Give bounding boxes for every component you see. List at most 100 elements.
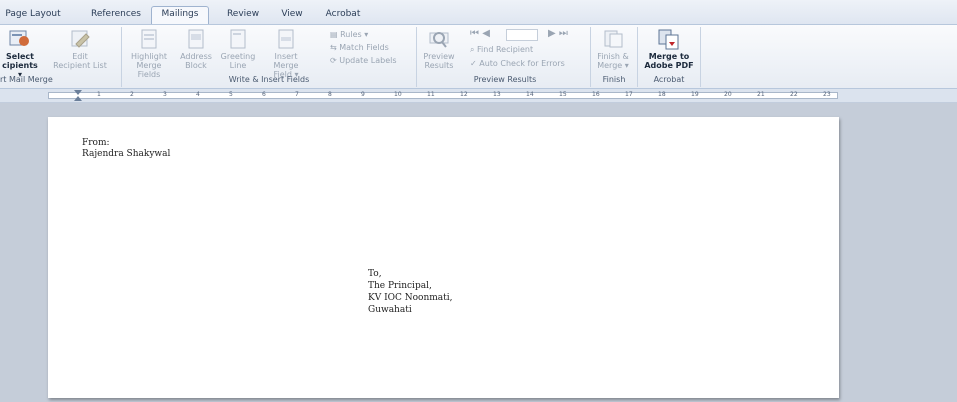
- tab-mailings[interactable]: Mailings: [151, 6, 209, 24]
- group-separator: [700, 27, 701, 87]
- first-record-icon[interactable]: ⏮: [470, 28, 479, 39]
- match-fields-button[interactable]: ⇆ Match Fields: [330, 42, 389, 53]
- match-fields-label: Match Fields: [339, 43, 389, 52]
- ruler-number: 17: [625, 91, 633, 98]
- edit-recipient-line1: Edit: [72, 52, 88, 61]
- ruler-number: 3: [163, 91, 167, 98]
- from-name: Rajendra Shakywal: [82, 149, 171, 159]
- ruler-number: 23: [823, 91, 831, 98]
- find-recipient-label: Find Recipient: [477, 45, 534, 54]
- greeting-line2: Line: [229, 61, 247, 70]
- document-icon: [278, 29, 294, 49]
- match-fields-icon: ⇆: [330, 43, 337, 52]
- edit-list-icon: [71, 30, 90, 48]
- ruler-number: 5: [229, 91, 233, 98]
- document-icon: [141, 29, 157, 49]
- update-labels-label: Update Labels: [339, 56, 397, 65]
- finish-merge-icon: [604, 30, 623, 48]
- ruler-number: 4: [196, 91, 200, 98]
- tab-view[interactable]: View: [276, 7, 308, 24]
- ruler-number: 14: [526, 91, 534, 98]
- group-separator: [121, 27, 122, 87]
- rules-label: Rules ▾: [340, 30, 369, 39]
- update-labels-icon: ⟳: [330, 56, 337, 65]
- insert-merge-field-button[interactable]: Insert Merge Field ▾: [262, 28, 310, 79]
- highlight-merge-fields-button[interactable]: Highlight Merge Fields: [124, 28, 174, 79]
- tab-acrobat[interactable]: Acrobat: [321, 7, 365, 24]
- hanging-indent-marker[interactable]: [74, 96, 82, 101]
- previous-record-icon[interactable]: ◀: [482, 28, 490, 39]
- group-label-finish: Finish: [602, 75, 626, 84]
- to-line: To,: [368, 269, 382, 279]
- document-page[interactable]: From: Rajendra Shakywal To, The Principa…: [48, 117, 839, 398]
- ribbon: Select cipients ▾ Edit Recipient List rt…: [0, 24, 957, 89]
- auto-check-label: Auto Check for Errors: [479, 59, 565, 68]
- rules-icon: ▤: [330, 30, 338, 39]
- insert-merge-line1: Insert Merge: [273, 52, 299, 70]
- tab-page-layout[interactable]: Page Layout: [4, 7, 62, 24]
- from-block: From: Rajendra Shakywal: [82, 138, 170, 160]
- ruler-number: 8: [328, 91, 332, 98]
- ruler-number: 10: [394, 91, 402, 98]
- ruler-number: 21: [757, 91, 765, 98]
- next-record-icon[interactable]: ▶: [548, 28, 556, 39]
- ruler-number: 19: [691, 91, 699, 98]
- ruler-number: 6: [262, 91, 266, 98]
- ruler-number: 18: [658, 91, 666, 98]
- group-separator: [590, 27, 591, 87]
- magnifier-icon: [429, 32, 449, 48]
- merge-to-adobe-pdf-button[interactable]: Merge to Adobe PDF: [640, 28, 698, 70]
- preview-line2: Results: [424, 61, 454, 70]
- from-label: From:: [82, 138, 110, 148]
- last-record-icon[interactable]: ⏭: [559, 28, 568, 39]
- find-recipient-button[interactable]: ⌕ Find Recipient: [470, 44, 533, 55]
- rules-button[interactable]: ▤ Rules ▾: [330, 29, 368, 40]
- group-label-start-mail-merge: rt Mail Merge: [0, 75, 53, 84]
- record-navigation: ⏮ ◀: [470, 28, 490, 39]
- ribbon-tab-bar: Page Layout References Mailings Review V…: [0, 0, 957, 24]
- to-address-block: To, The Principal, KV IOC Noonmati, Guwa…: [368, 268, 453, 316]
- greeting-line-button[interactable]: Greeting Line: [216, 28, 260, 70]
- group-label-preview-results: Preview Results: [473, 75, 537, 84]
- record-number-input[interactable]: [506, 29, 538, 41]
- ruler-number: 22: [790, 91, 798, 98]
- highlight-line1: Highlight: [130, 52, 168, 61]
- ruler-number: 1: [97, 91, 101, 98]
- preview-results-button[interactable]: Preview Results: [418, 28, 460, 70]
- ruler-number: 12: [460, 91, 468, 98]
- ruler-number: 2: [130, 91, 134, 98]
- tab-references[interactable]: References: [88, 7, 144, 24]
- address-line1: Address: [180, 52, 212, 61]
- auto-check-errors-button[interactable]: ✓ Auto Check for Errors: [470, 58, 565, 69]
- ruler-number: 7: [295, 91, 299, 98]
- address-block-button[interactable]: Address Block: [176, 28, 216, 70]
- horizontal-ruler[interactable]: 1 2 3 4 5 6 7 8 9 10 11 12 13 14 15 16 17 18 19 20 21 22 23: [0, 89, 957, 103]
- ruler-number: 9: [361, 91, 365, 98]
- edit-recipient-list-button[interactable]: Edit Recipient List: [52, 28, 108, 70]
- select-recipients-icon: [9, 30, 29, 46]
- document-icon: [230, 29, 246, 49]
- update-labels-button[interactable]: ⟳ Update Labels: [330, 55, 397, 66]
- adobe-pdf-icon: [658, 29, 679, 50]
- merge-pdf-line1: Merge to: [648, 52, 690, 61]
- address-line2: Block: [185, 61, 207, 70]
- select-recipients-line1: Select: [6, 52, 34, 61]
- to-line: KV IOC Noonmati,: [368, 293, 453, 303]
- first-line-indent-marker[interactable]: [74, 90, 82, 95]
- group-label-write-insert: Write & Insert Fields: [228, 75, 310, 84]
- ruler-number: 20: [724, 91, 732, 98]
- find-icon: ⌕: [470, 45, 475, 54]
- to-line: The Principal,: [368, 281, 432, 291]
- group-separator: [637, 27, 638, 87]
- record-navigation-next: ▶ ⏭: [548, 28, 568, 39]
- finish-line1: Finish &: [597, 52, 629, 61]
- ruler-number: 11: [427, 91, 435, 98]
- tab-review[interactable]: Review: [222, 7, 264, 24]
- finish-merge-button[interactable]: Finish & Merge ▾: [592, 28, 634, 70]
- edit-recipient-line2: Recipient List: [53, 61, 107, 70]
- to-line: Guwahati: [368, 305, 412, 315]
- ruler-number: 15: [559, 91, 567, 98]
- select-recipients-button[interactable]: Select cipients ▾: [0, 28, 40, 79]
- preview-line1: Preview: [423, 52, 455, 61]
- group-label-acrobat: Acrobat: [653, 75, 685, 84]
